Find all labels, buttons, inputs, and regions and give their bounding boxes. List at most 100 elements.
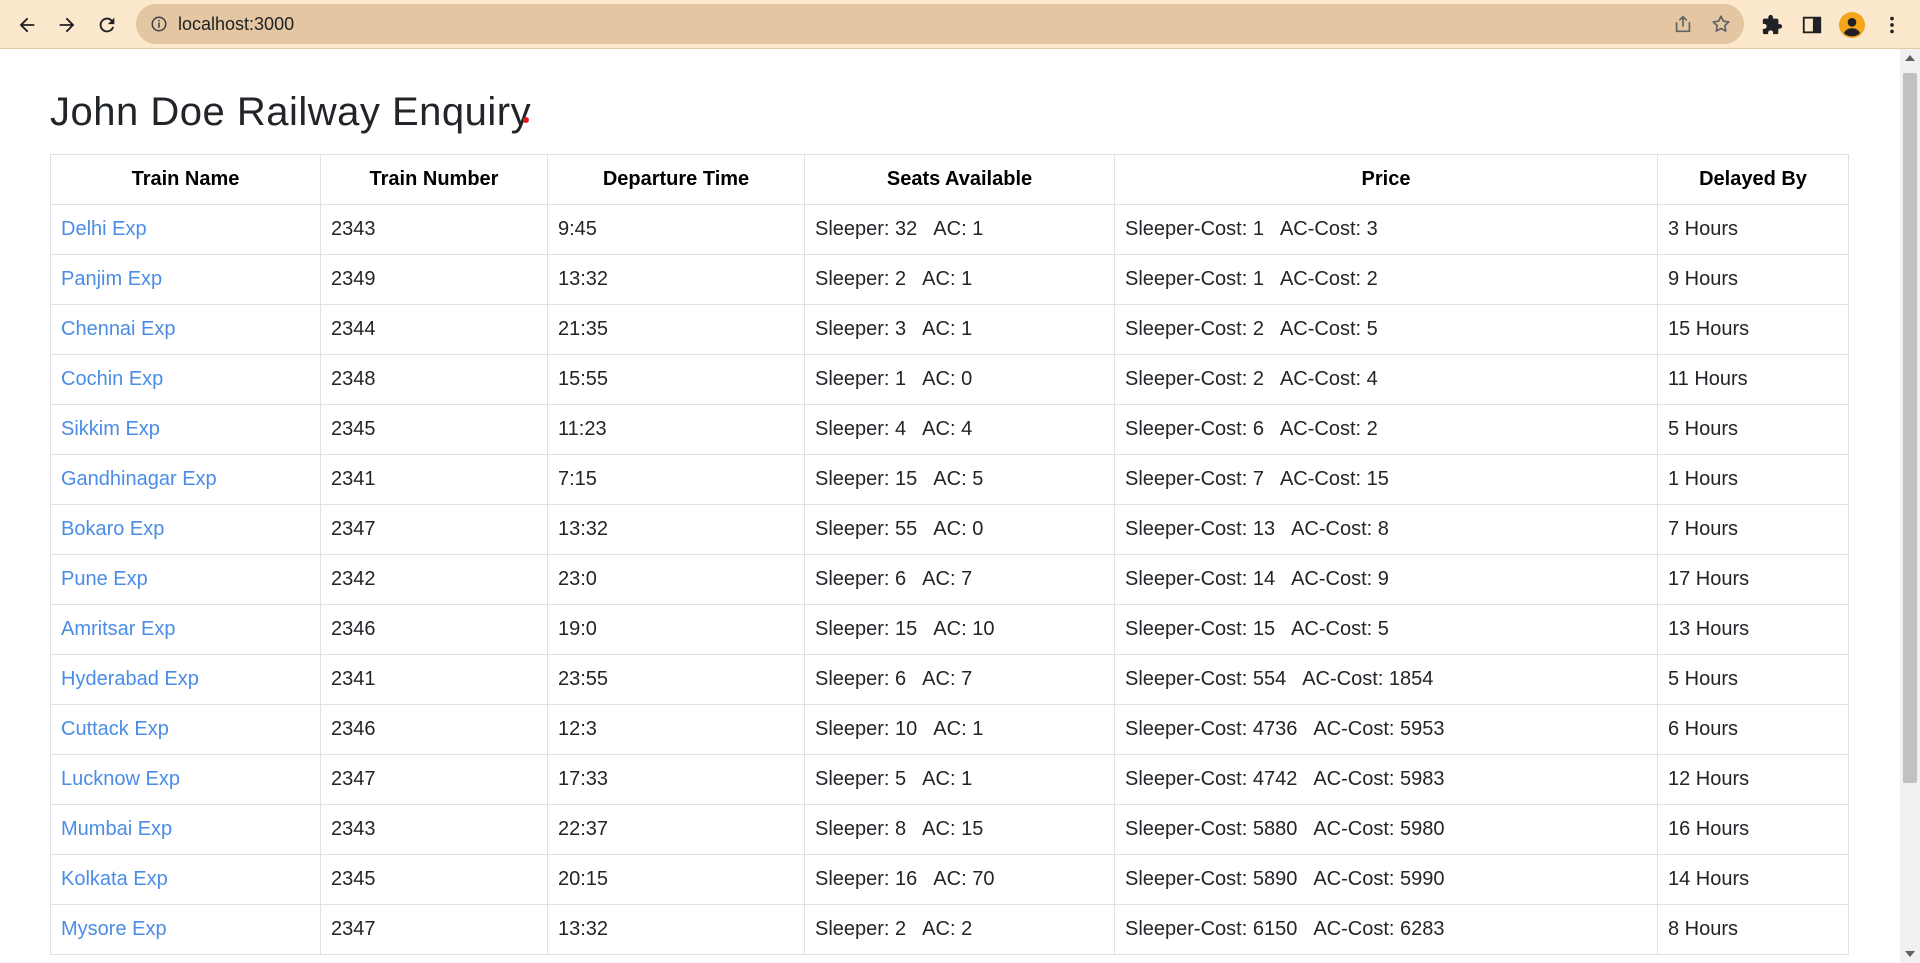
cell-train-name: Panjim Exp bbox=[50, 254, 321, 305]
cell-seats-available: Sleeper: 15 AC: 10 bbox=[804, 604, 1115, 655]
train-name-link[interactable]: Gandhinagar Exp bbox=[61, 468, 217, 490]
sleeper-cost: Sleeper-Cost: 6150 bbox=[1125, 918, 1298, 940]
cell-train-name: Cuttack Exp bbox=[50, 704, 321, 755]
train-name-link[interactable]: Sikkim Exp bbox=[61, 418, 160, 440]
cell-train-name: Mumbai Exp bbox=[50, 804, 321, 855]
back-button[interactable] bbox=[10, 8, 44, 42]
cell-train-number: 2345 bbox=[320, 404, 548, 455]
column-header-train-name: Train Name bbox=[50, 154, 321, 205]
cell-price: Sleeper-Cost: 6 AC-Cost: 2 bbox=[1114, 404, 1658, 455]
avatar-icon bbox=[1839, 12, 1865, 38]
table-body: Delhi Exp 2343 9:45 Sleeper: 32 AC: 1 Sleeper… bbox=[50, 204, 1849, 955]
cell-train-name: Gandhinagar Exp bbox=[50, 454, 321, 505]
ac-cost: AC-Cost: 15 bbox=[1279, 468, 1389, 490]
ac-seats: AC: 1 bbox=[933, 718, 984, 740]
cell-train-number: 2345 bbox=[320, 854, 548, 905]
sleeper-seats: Sleeper: 1 bbox=[815, 368, 907, 390]
train-name-link[interactable]: Panjim Exp bbox=[61, 268, 162, 290]
extensions-button[interactable] bbox=[1755, 8, 1789, 42]
train-name-link[interactable]: Lucknow Exp bbox=[61, 768, 180, 790]
forward-arrow-icon bbox=[59, 17, 75, 33]
sleeper-seats: Sleeper: 55 bbox=[815, 518, 918, 540]
cell-price: Sleeper-Cost: 4736 AC-Cost: 5953 bbox=[1114, 704, 1658, 755]
profile-button[interactable] bbox=[1835, 8, 1869, 42]
ac-seats: AC: 7 bbox=[922, 568, 973, 590]
sleeper-seats: Sleeper: 2 bbox=[815, 918, 907, 940]
scroll-up-arrow-icon[interactable] bbox=[1905, 55, 1915, 61]
reload-button[interactable] bbox=[90, 8, 124, 42]
ac-seats: AC: 0 bbox=[933, 518, 984, 540]
cell-delayed-by: 1 Hours bbox=[1657, 454, 1849, 505]
cell-price: Sleeper-Cost: 6150 AC-Cost: 6283 bbox=[1114, 904, 1658, 955]
cell-seats-available: Sleeper: 32 AC: 1 bbox=[804, 204, 1115, 255]
cell-seats-available: Sleeper: 6 AC: 7 bbox=[804, 554, 1115, 605]
table-row: Pune Exp 2342 23:0 Sleeper: 6 AC: 7 Sleeper-C… bbox=[50, 554, 1849, 605]
sleeper-cost: Sleeper-Cost: 7 bbox=[1125, 468, 1264, 490]
cell-seats-available: Sleeper: 6 AC: 7 bbox=[804, 654, 1115, 705]
scroll-down-arrow-icon[interactable] bbox=[1905, 951, 1915, 957]
cell-seats-available: Sleeper: 1 AC: 0 bbox=[804, 354, 1115, 405]
address-bar[interactable]: localhost:3000 bbox=[136, 4, 1744, 44]
cell-seats-available: Sleeper: 3 AC: 1 bbox=[804, 304, 1115, 355]
browser-menu-button[interactable] bbox=[1875, 8, 1909, 42]
side-panel-icon bbox=[1802, 16, 1822, 34]
train-name-link[interactable]: Bokaro Exp bbox=[61, 518, 164, 540]
bookmark-star-icon[interactable] bbox=[1710, 13, 1732, 35]
cell-price: Sleeper-Cost: 554 AC-Cost: 1854 bbox=[1114, 654, 1658, 705]
train-name-link[interactable]: Delhi Exp bbox=[61, 218, 147, 240]
vertical-scrollbar[interactable] bbox=[1900, 49, 1920, 963]
cell-price: Sleeper-Cost: 13 AC-Cost: 8 bbox=[1114, 504, 1658, 555]
ac-cost: AC-Cost: 2 bbox=[1279, 418, 1378, 440]
page-viewport: John Doe Railway Enquiry Train Name Trai… bbox=[0, 49, 1900, 963]
table-row: Mysore Exp 2347 13:32 Sleeper: 2 AC: 2 Sleepe… bbox=[50, 904, 1849, 955]
train-name-link[interactable]: Chennai Exp bbox=[61, 318, 176, 340]
cell-train-name: Mysore Exp bbox=[50, 904, 321, 955]
cell-train-number: 2343 bbox=[320, 204, 548, 255]
cell-departure-time: 19:0 bbox=[547, 604, 805, 655]
sleeper-seats: Sleeper: 15 bbox=[815, 618, 918, 640]
cell-train-name: Hyderabad Exp bbox=[50, 654, 321, 705]
sleeper-seats: Sleeper: 8 bbox=[815, 818, 907, 840]
ac-cost: AC-Cost: 5990 bbox=[1313, 868, 1445, 890]
cell-seats-available: Sleeper: 15 AC: 5 bbox=[804, 454, 1115, 505]
train-name-link[interactable]: Pune Exp bbox=[61, 568, 148, 590]
train-name-link[interactable]: Mysore Exp bbox=[61, 918, 167, 940]
cell-delayed-by: 5 Hours bbox=[1657, 404, 1849, 455]
site-info-icon[interactable] bbox=[150, 15, 168, 33]
ac-seats: AC: 70 bbox=[933, 868, 995, 890]
back-arrow-icon bbox=[19, 17, 35, 33]
cell-seats-available: Sleeper: 2 AC: 1 bbox=[804, 254, 1115, 305]
table-header-row: Train Name Train Number Departure Time S… bbox=[50, 154, 1849, 205]
cell-delayed-by: 6 Hours bbox=[1657, 704, 1849, 755]
column-header-train-number: Train Number bbox=[320, 154, 548, 205]
cell-departure-time: 23:0 bbox=[547, 554, 805, 605]
train-name-link[interactable]: Hyderabad Exp bbox=[61, 668, 199, 690]
column-header-delayed-by: Delayed By bbox=[1657, 154, 1849, 205]
train-name-link[interactable]: Mumbai Exp bbox=[61, 818, 172, 840]
share-icon[interactable] bbox=[1672, 13, 1694, 35]
cell-train-number: 2347 bbox=[320, 904, 548, 955]
train-name-link[interactable]: Cuttack Exp bbox=[61, 718, 169, 740]
url-text[interactable]: localhost:3000 bbox=[178, 14, 294, 34]
train-name-link[interactable]: Cochin Exp bbox=[61, 368, 163, 390]
cell-train-number: 2341 bbox=[320, 654, 548, 705]
cell-departure-time: 15:55 bbox=[547, 354, 805, 405]
browser-toolbar: localhost:3000 bbox=[0, 0, 1920, 49]
train-name-link[interactable]: Kolkata Exp bbox=[61, 868, 168, 890]
side-panel-button[interactable] bbox=[1795, 8, 1829, 42]
train-table: Train Name Train Number Departure Time S… bbox=[50, 154, 1849, 955]
cell-train-name: Pune Exp bbox=[50, 554, 321, 605]
train-name-link[interactable]: Amritsar Exp bbox=[61, 618, 175, 640]
sleeper-cost: Sleeper-Cost: 5890 bbox=[1125, 868, 1298, 890]
scrollbar-thumb[interactable] bbox=[1903, 73, 1917, 783]
forward-button[interactable] bbox=[50, 8, 84, 42]
sleeper-cost: Sleeper-Cost: 4736 bbox=[1125, 718, 1298, 740]
table-row: Bokaro Exp 2347 13:32 Sleeper: 55 AC: 0 Sleep… bbox=[50, 504, 1849, 555]
table-row: Kolkata Exp 2345 20:15 Sleeper: 16 AC: 70 Sle… bbox=[50, 854, 1849, 905]
table-row: Hyderabad Exp 2341 23:55 Sleeper: 6 AC: 7 Sle… bbox=[50, 654, 1849, 705]
column-header-departure-time: Departure Time bbox=[547, 154, 805, 205]
cell-delayed-by: 17 Hours bbox=[1657, 554, 1849, 605]
cell-train-number: 2342 bbox=[320, 554, 548, 605]
sleeper-cost: Sleeper-Cost: 15 bbox=[1125, 618, 1276, 640]
ac-seats: AC: 1 bbox=[933, 218, 984, 240]
